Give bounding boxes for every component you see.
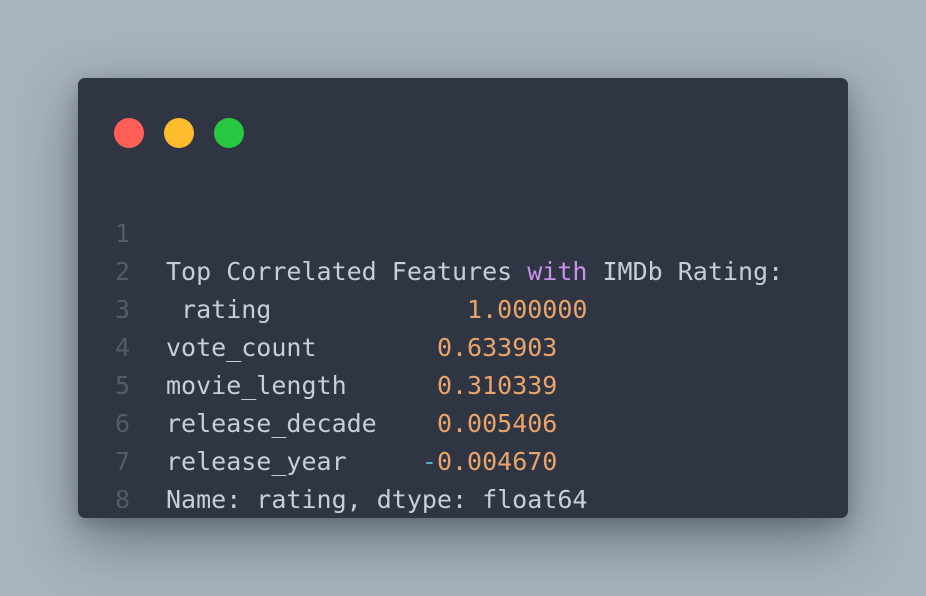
minimize-dot-icon[interactable]: [164, 118, 194, 148]
maximize-dot-icon[interactable]: [214, 118, 244, 148]
code-line: 4 movie_length 0.310339: [78, 291, 848, 400]
line-text: Name: rating, dtype: float64: [166, 485, 588, 514]
close-dot-icon[interactable]: [114, 118, 144, 148]
code-line: 2 rating 1.000000: [78, 215, 848, 324]
code-line: 5 release_decade 0.005406: [78, 329, 848, 438]
line-number: 8: [114, 485, 130, 514]
code-block: 1 Top Correlated Features with IMDb Rati…: [78, 177, 848, 514]
code-line: 7 Name: rating, dtype: float64: [78, 405, 848, 514]
code-line: 1 Top Correlated Features with IMDb Rati…: [78, 177, 848, 286]
code-line: 6 release_year -0.004670: [78, 367, 848, 476]
code-line: 8: [78, 443, 848, 514]
code-line: 3 vote_count 0.633903: [78, 253, 848, 362]
code-window: 1 Top Correlated Features with IMDb Rati…: [78, 78, 848, 518]
